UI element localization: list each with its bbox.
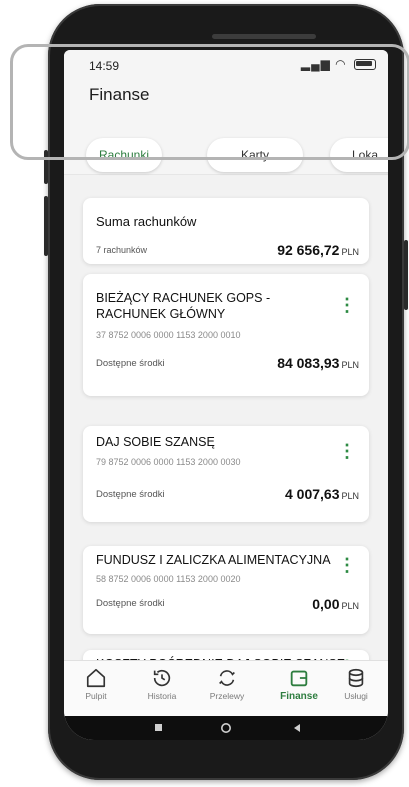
nav-label: Pulpit [85, 691, 107, 701]
summary-amount: 92 656,72 PLN [277, 242, 359, 258]
nav-label: Przelewy [209, 691, 245, 701]
account-balance-value: 4 007,63 [284, 486, 340, 502]
highlight-frame [10, 44, 409, 160]
accounts-summary-card[interactable]: Suma rachunków 7 rachunków 92 656,72 PLN [83, 198, 369, 264]
account-menu-icon[interactable]: ⋮ [338, 296, 356, 314]
account-name: DAJ SOBIE SZANSĘ [96, 435, 215, 449]
account-balance-value: 84 083,93 [277, 355, 340, 371]
nav-item-historia[interactable]: Historia [132, 667, 192, 701]
home-icon [86, 668, 106, 688]
summary-title: Suma rachunków [96, 214, 197, 229]
nav-label: Finanse [280, 691, 318, 702]
account-currency: PLN [341, 601, 359, 611]
account-name: BIEŻĄCY RACHUNEK GOPS - RACHUNEK GŁÓWNY [96, 291, 271, 321]
account-number: 79 8752 0006 0000 1153 2000 0030 [96, 457, 241, 467]
account-menu-icon[interactable]: ⋮ [338, 442, 356, 460]
bottom-navigation: Pulpit Historia Przelewy Finanse Usługi [64, 660, 388, 717]
nav-item-finanse[interactable]: Finanse [269, 667, 329, 702]
nav-label: Historia [147, 691, 177, 701]
phone-speaker [212, 34, 316, 39]
android-navigation-bar [64, 716, 388, 740]
nav-item-uslugi[interactable]: Usługi [326, 667, 386, 701]
summary-count: 7 rachunków [96, 245, 148, 255]
account-number: 58 8752 0006 0000 1153 2000 0020 [96, 574, 241, 584]
services-icon [348, 668, 364, 688]
account-number: 37 8752 0006 0000 1153 2000 0010 [96, 330, 241, 340]
back-icon[interactable] [291, 722, 303, 734]
account-balance: 84 083,93 PLN [277, 355, 359, 371]
account-balance-value: 0,00 [312, 596, 340, 612]
phone-side-button [404, 240, 408, 310]
available-funds-label: Dostępne środki [96, 358, 165, 369]
account-card[interactable]: DAJ SOBIE SZANSĘ ⋮ 79 8752 0006 0000 115… [83, 426, 369, 522]
account-menu-icon[interactable]: ⋮ [338, 556, 356, 574]
account-balance: 0,00 PLN [312, 596, 359, 612]
account-currency: PLN [341, 360, 359, 370]
account-name: FUNDUSZ I ZALICZKA ALIMENTACYJNA [96, 553, 331, 567]
summary-amount-value: 92 656,72 [277, 242, 340, 258]
account-currency: PLN [341, 491, 359, 501]
recents-icon[interactable] [153, 722, 165, 734]
account-balance: 4 007,63 PLN [285, 486, 359, 502]
account-card[interactable]: BIEŻĄCY RACHUNEK GOPS - RACHUNEK GŁÓWNY … [83, 274, 369, 396]
account-card[interactable]: FUNDUSZ I ZALICZKA ALIMENTACYJNA ⋮ 58 87… [83, 546, 369, 634]
summary-currency: PLN [341, 247, 359, 257]
transfer-icon [219, 670, 235, 686]
nav-label: Usługi [344, 691, 368, 701]
home-circle-icon[interactable] [220, 722, 232, 734]
history-icon [153, 669, 171, 687]
nav-item-pulpit[interactable]: Pulpit [66, 667, 126, 701]
phone-side-button [44, 196, 48, 256]
wallet-icon [290, 670, 308, 687]
available-funds-label: Dostępne środki [96, 598, 165, 609]
nav-item-przelewy[interactable]: Przelewy [197, 667, 257, 701]
available-funds-label: Dostępne środki [96, 489, 165, 500]
